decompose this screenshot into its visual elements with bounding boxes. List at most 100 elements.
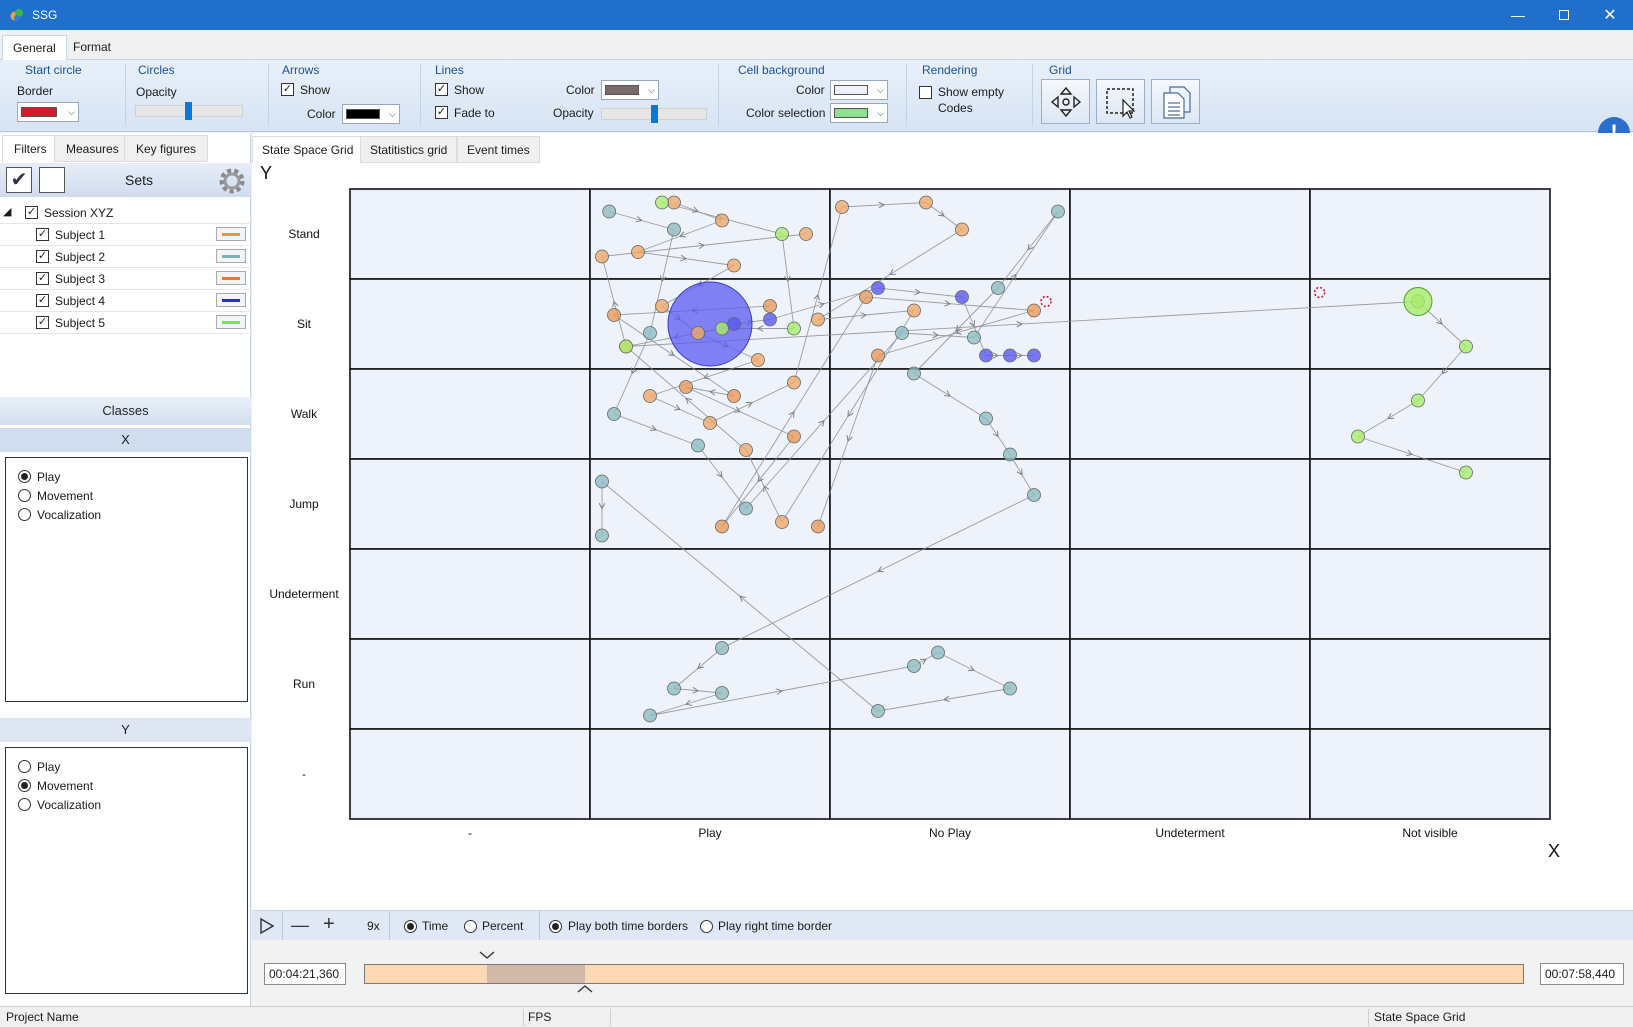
event-circle[interactable] (595, 249, 609, 264)
event-circle[interactable] (643, 326, 657, 340)
event-circle[interactable] (931, 645, 945, 660)
subject-checkbox[interactable]: ✓ (36, 272, 49, 285)
event-circle[interactable] (602, 204, 617, 219)
event-circle[interactable] (691, 438, 705, 453)
event-circle[interactable] (619, 339, 633, 354)
event-circle[interactable] (979, 348, 993, 363)
subject-color-swatch[interactable] (216, 315, 246, 329)
event-circle[interactable] (667, 681, 681, 696)
check-all-button[interactable]: ✔ (6, 167, 32, 193)
play-icon[interactable] (258, 917, 276, 935)
radio-percent[interactable] (464, 920, 477, 933)
event-circle[interactable] (787, 429, 801, 444)
collapse-triangle-icon[interactable]: ◢ (3, 205, 11, 218)
arrows-color-picker[interactable]: ⌵ (342, 104, 400, 124)
plus-icon[interactable]: + (323, 913, 335, 936)
subject-checkbox[interactable]: ✓ (36, 228, 49, 241)
lines-color-picker[interactable]: ⌵ (601, 80, 659, 100)
lines-fade-checkbox[interactable]: ✓ (435, 106, 448, 119)
move-button[interactable] (1041, 79, 1090, 124)
grid-cell[interactable] (349, 728, 591, 820)
radio-x-vocalization[interactable] (18, 508, 31, 521)
event-circle[interactable] (679, 380, 693, 394)
event-circle[interactable] (1003, 348, 1017, 363)
event-circle[interactable] (643, 708, 657, 723)
tab-measures[interactable]: Measures (54, 135, 131, 162)
grid-cell[interactable] (1069, 728, 1311, 820)
grid-cell[interactable] (829, 188, 1071, 280)
event-circle[interactable] (907, 303, 921, 318)
radio-play-both-borders[interactable] (549, 920, 562, 933)
grid-cell[interactable] (1069, 548, 1311, 640)
event-circle[interactable] (955, 222, 969, 237)
subject-row[interactable]: ✓ Subject 2 (0, 246, 251, 268)
timeline-window[interactable] (486, 965, 585, 983)
event-circle[interactable] (595, 474, 609, 489)
grid-cell[interactable] (1069, 368, 1311, 460)
state-space-grid-chart[interactable]: Y X Stand Sit Walk Jump Undeterment Run - - Play No… (252, 163, 1633, 909)
event-circle[interactable] (775, 515, 789, 529)
event-circle[interactable] (751, 353, 765, 367)
subject-checkbox[interactable]: ✓ (36, 250, 49, 263)
grid-cell[interactable] (1309, 548, 1551, 640)
grid-cell[interactable] (1069, 188, 1311, 280)
grid-cell[interactable] (349, 188, 591, 280)
event-circle[interactable] (967, 330, 981, 345)
event-circle[interactable] (799, 227, 813, 241)
event-circle[interactable] (835, 200, 849, 214)
grid-cell[interactable] (1309, 278, 1551, 370)
event-circle[interactable] (895, 326, 909, 340)
subject-checkbox[interactable]: ✓ (36, 316, 49, 329)
tab-general[interactable]: General (2, 35, 67, 60)
event-circle[interactable] (1459, 465, 1473, 480)
grid-cell[interactable] (1069, 278, 1311, 370)
grid-cell[interactable] (1309, 728, 1551, 820)
radio-time[interactable] (404, 920, 417, 933)
tab-key-figures[interactable]: Key figures (124, 135, 209, 162)
tree-row-session[interactable]: ◢ ✓ Session XYZ (0, 202, 251, 224)
radio-play-right-border[interactable] (700, 920, 713, 933)
event-circle[interactable] (607, 308, 621, 322)
event-circle[interactable] (1027, 303, 1041, 318)
event-circle[interactable] (775, 227, 789, 241)
event-circle[interactable] (991, 281, 1005, 295)
grid-cell[interactable] (1069, 458, 1311, 550)
event-circle[interactable] (955, 290, 969, 304)
event-circle[interactable] (727, 317, 741, 331)
event-circle[interactable] (979, 411, 993, 426)
grid-cell[interactable] (1309, 458, 1551, 550)
event-circle[interactable] (811, 519, 825, 534)
radio-x-movement[interactable] (18, 489, 31, 502)
event-circle[interactable] (1003, 447, 1017, 462)
event-circle[interactable] (787, 321, 801, 336)
uncheck-all-button[interactable] (39, 167, 65, 193)
event-circle[interactable] (607, 407, 621, 421)
event-circle[interactable] (727, 389, 741, 403)
event-circle[interactable] (811, 312, 825, 327)
grid-cell[interactable] (589, 728, 831, 820)
event-circle[interactable] (655, 195, 669, 210)
copy-button[interactable] (1151, 79, 1200, 124)
subject-row[interactable]: ✓ Subject 1 (0, 224, 251, 246)
grid-cell[interactable] (349, 548, 591, 640)
event-circle[interactable] (715, 519, 729, 534)
event-circle[interactable] (1459, 339, 1473, 354)
subject-row[interactable]: ✓ Subject 4 (0, 290, 251, 312)
event-circle[interactable] (715, 213, 729, 228)
radio-y-play[interactable] (18, 760, 31, 773)
subject-color-swatch[interactable] (216, 227, 246, 241)
maximize-button[interactable] (1541, 0, 1587, 30)
minus-icon[interactable]: — (291, 915, 309, 936)
event-circle[interactable] (907, 366, 921, 381)
select-button[interactable] (1096, 79, 1145, 124)
duration-circle[interactable] (1403, 287, 1433, 316)
radio-y-movement[interactable] (18, 779, 31, 792)
event-circle[interactable] (871, 281, 885, 295)
event-circle[interactable] (859, 290, 873, 304)
subject-color-swatch[interactable] (216, 249, 246, 263)
lines-show-checkbox[interactable]: ✓ (435, 83, 448, 96)
show-empty-codes-checkbox[interactable] (919, 86, 932, 99)
event-circle[interactable] (715, 686, 729, 700)
grid-cell[interactable] (589, 458, 831, 550)
subject-row[interactable]: ✓ Subject 5 (0, 312, 251, 334)
